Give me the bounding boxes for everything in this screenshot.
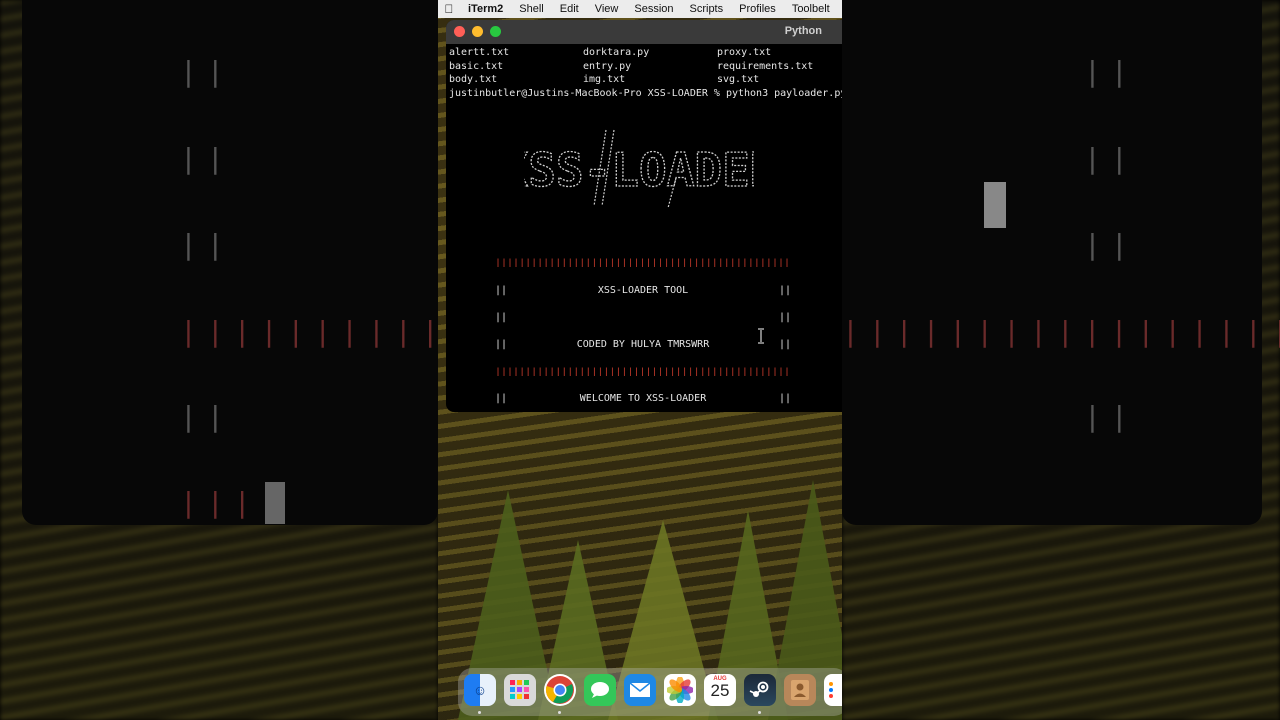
window-title: Python (784, 25, 822, 37)
dock: ☺ AUG 25 (458, 668, 842, 716)
file-name: dorktara.py (583, 47, 650, 58)
steam-icon[interactable] (744, 674, 776, 706)
menu-scripts[interactable]: Scripts (682, 3, 732, 15)
file-name: body.txt (449, 74, 498, 85)
banner-pipe: || (778, 285, 791, 296)
contacts-icon[interactable] (784, 674, 816, 706)
apple-icon[interactable]:  (438, 2, 460, 16)
banner-pipe: || (778, 312, 791, 323)
ibeam-pointer-icon (758, 328, 764, 344)
command-prompt: justinbutler@Justins-MacBook-Pro XSS-LOA… (449, 88, 842, 99)
banner-welcome: WELCOME TO XSS-LOADER (579, 393, 707, 404)
messages-icon[interactable] (584, 674, 616, 706)
finder-icon[interactable]: ☺ (464, 674, 496, 706)
menu-edit[interactable]: Edit (552, 3, 587, 15)
window-titlebar[interactable]: Python (446, 20, 842, 44)
calendar-day: 25 (710, 681, 730, 700)
menu-bar:  iTerm2 Shell Edit View Session Scripts… (438, 0, 842, 18)
terminal-output[interactable]: alertt.txt dorktara.py proxy.txt basic.t… (446, 44, 842, 412)
menu-shell[interactable]: Shell (511, 3, 551, 15)
background-blur-left: || || || |||||||||||||||||||| || |||| (0, 0, 438, 720)
file-listing: alertt.txt dorktara.py proxy.txt basic.t… (449, 46, 842, 87)
file-name: img.txt (583, 74, 626, 85)
chrome-icon[interactable] (544, 674, 576, 706)
screen:  iTerm2 Shell Edit View Session Scripts… (438, 0, 842, 720)
banner-pipe: || (778, 339, 791, 350)
file-name: entry.py (583, 60, 632, 72)
photos-icon[interactable] (664, 674, 696, 706)
banner-tool-title: XSS-LOADER TOOL (597, 285, 689, 296)
file-name: proxy.txt (717, 47, 772, 58)
reminders-icon[interactable] (824, 674, 842, 706)
mail-icon[interactable] (624, 674, 656, 706)
launchpad-icon[interactable] (504, 674, 536, 706)
zoom-button[interactable] (490, 26, 501, 37)
banner-pipe: || (495, 312, 508, 323)
menu-app-name[interactable]: iTerm2 (460, 3, 511, 15)
background-window-blur (842, 0, 1262, 525)
banner-credits: CODED BY HULYA TMRSWRR (576, 339, 710, 350)
menu-session[interactable]: Session (626, 3, 681, 15)
file-name: basic.txt (449, 60, 504, 72)
file-name: alertt.txt (449, 47, 510, 58)
menu-view[interactable]: View (587, 3, 627, 15)
background-blur-right: || || || |||||||||||||||||||| || (842, 0, 1280, 720)
terminal-window[interactable]: Python alertt.txt dorktara.py proxy.txt … (446, 20, 842, 412)
logo-text: XSS-LOADER (524, 143, 754, 197)
file-name: requirements.txt (717, 60, 814, 72)
minimize-button[interactable] (472, 26, 483, 37)
calendar-icon[interactable]: AUG 25 (704, 674, 736, 706)
ascii-logo: XSS-LOADER (524, 129, 754, 208)
banner-bar-middle: ||||||||||||||||||||||||||||||||||||||||… (495, 367, 791, 376)
banner-bar-top: ||||||||||||||||||||||||||||||||||||||||… (495, 258, 791, 267)
menu-profiles[interactable]: Profiles (731, 3, 784, 15)
banner-pipe: || (778, 393, 791, 404)
close-button[interactable] (454, 26, 465, 37)
menu-toolbelt[interactable]: Toolbelt (784, 3, 838, 15)
file-name: svg.txt (717, 74, 760, 85)
